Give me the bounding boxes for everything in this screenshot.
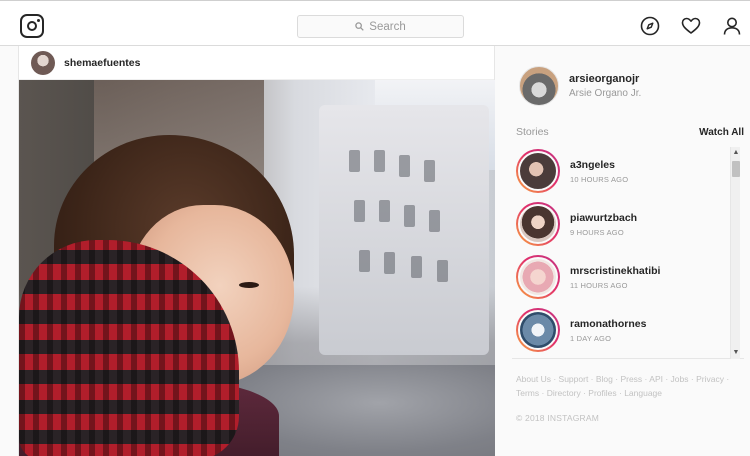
footer-link-terms[interactable]: Terms: [516, 388, 539, 398]
copyright-text: © 2018 INSTAGRAM: [516, 413, 599, 423]
footer-link-profiles[interactable]: Profiles: [588, 388, 616, 398]
stories-header: Stories Watch All: [516, 126, 744, 138]
photo-window: [374, 150, 385, 172]
post-header: shemaefuentes: [19, 46, 494, 80]
story-avatar: [518, 204, 558, 244]
post-author-username[interactable]: shemaefuentes: [64, 57, 140, 69]
story-username: piawurtzbach: [570, 211, 638, 224]
footer-link-privacy[interactable]: Privacy: [696, 374, 724, 384]
footer-link-support[interactable]: Support: [559, 374, 589, 384]
top-navigation-bar: Search: [0, 0, 750, 46]
photo-window: [411, 256, 422, 278]
story-ring: [516, 255, 560, 299]
photo-window: [379, 200, 390, 222]
story-time: 11 HOURS AGO: [570, 280, 628, 290]
scroll-thumb[interactable]: [732, 161, 740, 177]
story-avatar: [518, 257, 558, 297]
heart-icon[interactable]: [681, 16, 701, 36]
stories-title: Stories: [516, 126, 549, 138]
story-username: ramonathornes: [570, 317, 647, 330]
scroll-up-arrow-icon[interactable]: ▲: [731, 147, 741, 159]
story-ring: [516, 308, 560, 352]
scroll-down-arrow-icon[interactable]: ▼: [731, 347, 741, 359]
story-avatar: [518, 310, 558, 350]
footer-link-press[interactable]: Press: [620, 374, 642, 384]
story-item[interactable]: a3ngeles 10 HOURS AGO: [516, 149, 628, 193]
photo-window: [429, 210, 440, 232]
instagram-logo-icon[interactable]: [20, 14, 44, 38]
post-photo[interactable]: [19, 80, 495, 456]
photo-window: [359, 250, 370, 272]
search-placeholder: Search: [369, 20, 406, 33]
current-user-fullname: Arsie Organo Jr.: [569, 88, 642, 99]
photo-window: [399, 155, 410, 177]
footer-link-about[interactable]: About Us: [516, 374, 551, 384]
story-ring: [516, 149, 560, 193]
story-item[interactable]: ramonathornes 1 DAY AGO: [516, 308, 646, 352]
compass-icon[interactable]: [640, 16, 660, 36]
watch-all-link[interactable]: Watch All: [699, 127, 744, 138]
footer-link-directory[interactable]: Directory: [547, 388, 581, 398]
footer-link-jobs[interactable]: Jobs: [671, 374, 689, 384]
story-item[interactable]: mrscristinekhatibi 11 HOURS AGO: [516, 255, 660, 299]
stories-scrollbar[interactable]: ▲ ▼: [730, 147, 740, 359]
photo-window: [354, 200, 365, 222]
footer-link-language[interactable]: Language: [624, 388, 662, 398]
current-user-card[interactable]: arsieorganojr Arsie Organo Jr.: [519, 66, 641, 106]
story-item[interactable]: piawurtzbach 9 HOURS AGO: [516, 202, 637, 246]
story-ring: [516, 202, 560, 246]
current-user-username[interactable]: arsieorganojr: [569, 73, 641, 85]
story-username: mrscristinekhatibi: [570, 264, 661, 277]
story-avatar: [518, 151, 558, 191]
photo-window: [384, 252, 395, 274]
footer-link-api[interactable]: API: [649, 374, 663, 384]
footer-link-blog[interactable]: Blog: [596, 374, 613, 384]
feed-post: shemaefuentes: [18, 46, 495, 456]
photo-window: [437, 260, 448, 282]
search-icon: [355, 22, 365, 31]
footer-links: About Us · Support · Blog · Press · API …: [516, 374, 730, 398]
photo-eye: [239, 282, 259, 288]
photo-window: [404, 205, 415, 227]
person-icon[interactable]: [722, 16, 742, 36]
story-username: a3ngeles: [570, 158, 615, 171]
post-author-avatar[interactable]: [31, 50, 55, 75]
story-time: 10 HOURS AGO: [570, 174, 629, 184]
photo-window: [349, 150, 360, 172]
photo-window: [424, 160, 435, 182]
current-user-avatar[interactable]: [519, 66, 559, 106]
story-time: 9 HOURS AGO: [570, 227, 624, 237]
stories-list: a3ngeles 10 HOURS AGO piawurtzbach 9 HOU…: [512, 147, 744, 359]
right-sidebar: arsieorganojr Arsie Organo Jr. Stories W…: [496, 46, 750, 456]
story-time: 1 DAY AGO: [570, 333, 612, 343]
photo-building-right: [319, 105, 489, 355]
search-input[interactable]: Search: [297, 15, 464, 38]
